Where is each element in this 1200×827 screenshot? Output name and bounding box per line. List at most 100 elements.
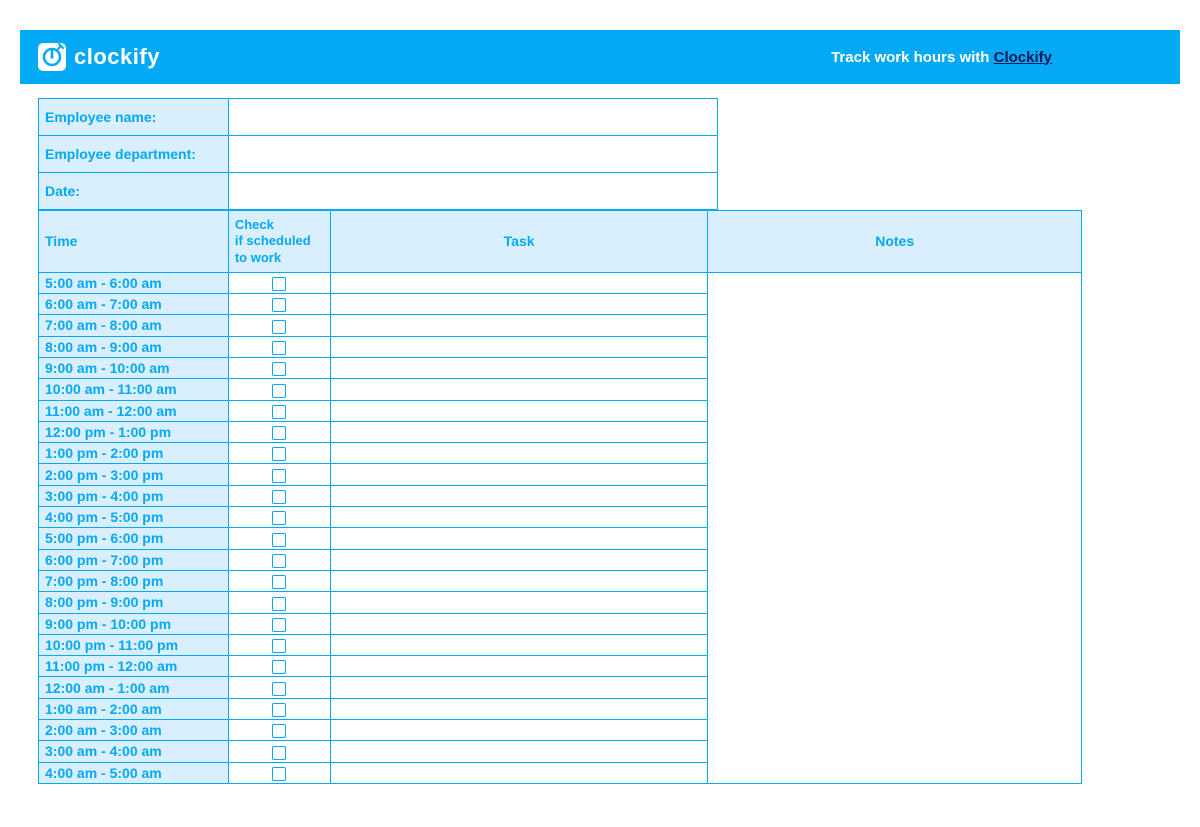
task-cell[interactable]	[330, 656, 708, 677]
scheduled-checkbox-cell[interactable]	[228, 357, 330, 378]
header-banner: clockify Track work hours with Clockify	[20, 30, 1180, 84]
checkbox-icon[interactable]	[272, 575, 286, 589]
checkbox-icon[interactable]	[272, 405, 286, 419]
notes-cell[interactable]	[708, 272, 1082, 783]
task-cell[interactable]	[330, 485, 708, 506]
scheduled-checkbox-cell[interactable]	[228, 741, 330, 762]
col-header-check: Checkif scheduledto work	[228, 211, 330, 273]
time-cell: 6:00 pm - 7:00 pm	[39, 549, 229, 570]
time-cell: 12:00 pm - 1:00 pm	[39, 421, 229, 442]
task-cell[interactable]	[330, 294, 708, 315]
checkbox-icon[interactable]	[272, 554, 286, 568]
task-cell[interactable]	[330, 762, 708, 783]
task-cell[interactable]	[330, 315, 708, 336]
input-employee-dept[interactable]	[229, 136, 718, 173]
time-cell: 11:00 am - 12:00 am	[39, 400, 229, 421]
checkbox-icon[interactable]	[272, 298, 286, 312]
task-cell[interactable]	[330, 507, 708, 528]
checkbox-icon[interactable]	[272, 746, 286, 760]
scheduled-checkbox-cell[interactable]	[228, 400, 330, 421]
task-cell[interactable]	[330, 272, 708, 293]
employee-info-table: Employee name: Employee department: Date…	[38, 98, 718, 210]
scheduled-checkbox-cell[interactable]	[228, 294, 330, 315]
checkbox-icon[interactable]	[272, 469, 286, 483]
scheduled-checkbox-cell[interactable]	[228, 272, 330, 293]
scheduled-checkbox-cell[interactable]	[228, 592, 330, 613]
scheduled-checkbox-cell[interactable]	[228, 719, 330, 740]
info-row-dept: Employee department:	[39, 136, 718, 173]
scheduled-checkbox-cell[interactable]	[228, 762, 330, 783]
task-cell[interactable]	[330, 677, 708, 698]
checkbox-icon[interactable]	[272, 703, 286, 717]
checkbox-icon[interactable]	[272, 724, 286, 738]
label-employee-name: Employee name:	[39, 99, 229, 136]
checkbox-icon[interactable]	[272, 426, 286, 440]
brand-name: clockify	[74, 44, 160, 70]
task-cell[interactable]	[330, 336, 708, 357]
time-cell: 10:00 pm - 11:00 pm	[39, 634, 229, 655]
scheduled-checkbox-cell[interactable]	[228, 634, 330, 655]
time-cell: 7:00 pm - 8:00 pm	[39, 570, 229, 591]
checkbox-icon[interactable]	[272, 533, 286, 547]
task-cell[interactable]	[330, 719, 708, 740]
checkbox-icon[interactable]	[272, 597, 286, 611]
scheduled-checkbox-cell[interactable]	[228, 570, 330, 591]
time-cell: 10:00 am - 11:00 am	[39, 379, 229, 400]
scheduled-checkbox-cell[interactable]	[228, 485, 330, 506]
checkbox-icon[interactable]	[272, 362, 286, 376]
time-cell: 7:00 am - 8:00 am	[39, 315, 229, 336]
tagline-link[interactable]: Clockify	[994, 49, 1052, 66]
task-cell[interactable]	[330, 634, 708, 655]
task-cell[interactable]	[330, 379, 708, 400]
task-cell[interactable]	[330, 698, 708, 719]
scheduled-checkbox-cell[interactable]	[228, 677, 330, 698]
task-cell[interactable]	[330, 464, 708, 485]
time-cell: 6:00 am - 7:00 am	[39, 294, 229, 315]
scheduled-checkbox-cell[interactable]	[228, 613, 330, 634]
checkbox-icon[interactable]	[272, 639, 286, 653]
scheduled-checkbox-cell[interactable]	[228, 507, 330, 528]
checkbox-icon[interactable]	[272, 511, 286, 525]
col-header-task: Task	[330, 211, 708, 273]
scheduled-checkbox-cell[interactable]	[228, 379, 330, 400]
scheduled-checkbox-cell[interactable]	[228, 336, 330, 357]
col-header-notes: Notes	[708, 211, 1082, 273]
checkbox-icon[interactable]	[272, 277, 286, 291]
checkbox-icon[interactable]	[272, 490, 286, 504]
checkbox-icon[interactable]	[272, 320, 286, 334]
checkbox-icon[interactable]	[272, 341, 286, 355]
scheduled-checkbox-cell[interactable]	[228, 698, 330, 719]
scheduled-checkbox-cell[interactable]	[228, 443, 330, 464]
time-cell: 2:00 am - 3:00 am	[39, 719, 229, 740]
task-cell[interactable]	[330, 443, 708, 464]
task-cell[interactable]	[330, 549, 708, 570]
task-cell[interactable]	[330, 400, 708, 421]
input-date[interactable]	[229, 173, 718, 210]
task-cell[interactable]	[330, 613, 708, 634]
task-cell[interactable]	[330, 421, 708, 442]
label-date: Date:	[39, 173, 229, 210]
scheduled-checkbox-cell[interactable]	[228, 421, 330, 442]
input-employee-name[interactable]	[229, 99, 718, 136]
time-cell: 2:00 pm - 3:00 pm	[39, 464, 229, 485]
tagline-prefix: Track work hours with	[831, 49, 994, 66]
checkbox-icon[interactable]	[272, 618, 286, 632]
scheduled-checkbox-cell[interactable]	[228, 528, 330, 549]
checkbox-icon[interactable]	[272, 384, 286, 398]
scheduled-checkbox-cell[interactable]	[228, 549, 330, 570]
task-cell[interactable]	[330, 741, 708, 762]
schedule-table: Time Checkif scheduledto work Task Notes…	[38, 210, 1082, 784]
label-employee-dept: Employee department:	[39, 136, 229, 173]
checkbox-icon[interactable]	[272, 682, 286, 696]
time-cell: 9:00 pm - 10:00 pm	[39, 613, 229, 634]
scheduled-checkbox-cell[interactable]	[228, 464, 330, 485]
checkbox-icon[interactable]	[272, 447, 286, 461]
task-cell[interactable]	[330, 592, 708, 613]
scheduled-checkbox-cell[interactable]	[228, 315, 330, 336]
task-cell[interactable]	[330, 357, 708, 378]
task-cell[interactable]	[330, 528, 708, 549]
checkbox-icon[interactable]	[272, 767, 286, 781]
scheduled-checkbox-cell[interactable]	[228, 656, 330, 677]
checkbox-icon[interactable]	[272, 660, 286, 674]
task-cell[interactable]	[330, 570, 708, 591]
